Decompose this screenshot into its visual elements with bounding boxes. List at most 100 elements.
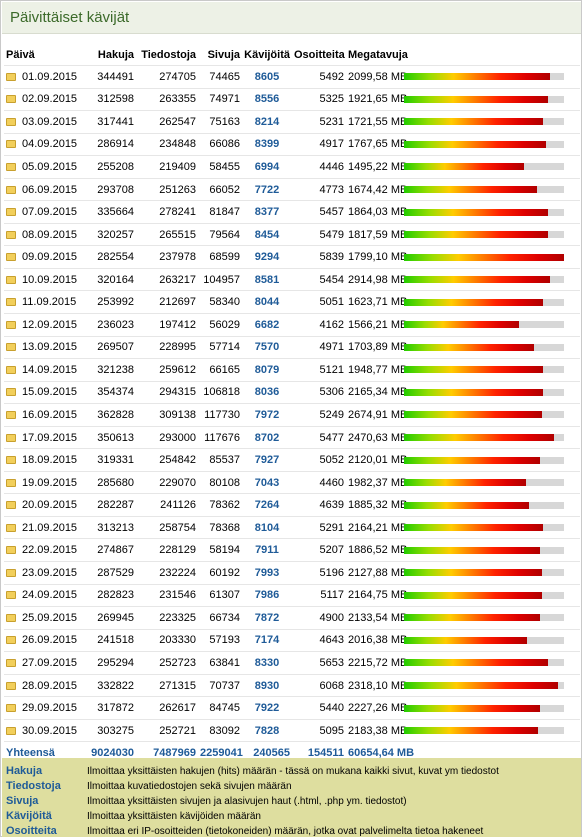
- column-header: Hakuja: [97, 49, 134, 61]
- folder-icon: [6, 95, 16, 104]
- megabytes-cell: 1886,52 MB: [346, 538, 407, 562]
- date-label: 26.09.2015: [22, 634, 78, 647]
- usage-bar: [404, 704, 564, 712]
- usage-bar: [404, 456, 564, 464]
- hits-cell: 320164: [86, 267, 136, 291]
- visitors-cell: 7043: [242, 470, 292, 494]
- visitors-cell: 7922: [242, 696, 292, 720]
- megabytes-cell: 1948,77 MB: [346, 358, 407, 382]
- folder-icon: [6, 591, 16, 600]
- usage-bar: [404, 501, 564, 509]
- visitors-cell: 7872: [242, 606, 292, 630]
- megabytes-cell: 1885,32 MB: [346, 493, 407, 517]
- files-cell: 234848: [136, 132, 198, 156]
- legend-term: Tiedostoja: [6, 780, 61, 792]
- files-cell: 254842: [136, 448, 198, 472]
- hits-cell: 319331: [86, 448, 136, 472]
- date-label: 22.09.2015: [22, 544, 78, 557]
- date-cell: 12.09.2015: [4, 313, 86, 337]
- files-cell: 231546: [136, 583, 198, 607]
- usage-bar: [404, 95, 564, 103]
- files-cell: 258754: [136, 515, 198, 539]
- addresses-cell: 5121: [292, 358, 346, 382]
- folder-icon: [6, 658, 16, 667]
- table-row: 09.09.2015 282554 237978 68599 9294 5839 1799,…: [4, 245, 580, 269]
- pages-cell: 78362: [198, 493, 242, 517]
- legend-description: Ilmoittaa yksittäisten kävijöiden määrän: [87, 811, 261, 822]
- table-row: 04.09.2015 286914 234848 66086 8399 4917 1767,…: [4, 132, 580, 156]
- visitors-cell: 7174: [242, 628, 292, 652]
- pages-cell: 60192: [198, 561, 242, 585]
- visitors-cell: 7993: [242, 561, 292, 585]
- hits-cell: 293708: [86, 177, 136, 201]
- addresses-cell: 5492: [292, 65, 346, 89]
- addresses-cell: 5306: [292, 380, 346, 404]
- pages-cell: 74971: [198, 87, 242, 111]
- table-row: 25.09.2015 269945 223325 66734 7872 4900 2133,…: [4, 606, 580, 630]
- date-label: 21.09.2015: [22, 521, 78, 534]
- addresses-cell: 5207: [292, 538, 346, 562]
- megabytes-cell: 1982,37 MB: [346, 470, 407, 494]
- folder-icon: [6, 478, 16, 487]
- megabytes-cell: 1721,55 MB: [346, 110, 407, 134]
- addresses-cell: 4460: [292, 470, 346, 494]
- usage-bar: [404, 434, 564, 442]
- usage-bar-fill: [404, 659, 548, 667]
- hits-cell: 255208: [86, 155, 136, 179]
- visitors-cell: 7570: [242, 335, 292, 359]
- visitors-cell: 8454: [242, 222, 292, 246]
- usage-bar: [404, 479, 564, 487]
- date-cell: 10.09.2015: [4, 267, 86, 291]
- legend-item: Kävijöitä Ilmoittaa yksittäisten kävijöid…: [2, 809, 581, 824]
- addresses-cell: 6068: [292, 673, 346, 697]
- legend-description: Ilmoittaa yksittäisten sivujen ja alasiv…: [87, 796, 407, 807]
- folder-icon: [6, 681, 16, 690]
- visitors-cell: 6994: [242, 155, 292, 179]
- hits-cell: 344491: [86, 65, 136, 89]
- bar-cell: [402, 651, 580, 675]
- files-cell: 259612: [136, 358, 198, 382]
- usage-bar: [404, 614, 564, 622]
- legend-description: Ilmoittaa kuvatiedostojen sekä sivujen m…: [87, 781, 292, 792]
- megabytes-cell: 2120,01 MB: [346, 448, 407, 472]
- date-label: 10.09.2015: [22, 273, 78, 286]
- pages-cell: 104957: [198, 267, 242, 291]
- addresses-cell: 5457: [292, 200, 346, 224]
- legend-term: Osoitteita: [6, 825, 57, 837]
- visitors-cell: 8605: [242, 65, 292, 89]
- pages-cell: 58340: [198, 290, 242, 314]
- date-cell: 29.09.2015: [4, 696, 86, 720]
- visitors-cell: 8330: [242, 651, 292, 675]
- date-cell: 13.09.2015: [4, 335, 86, 359]
- table-row: 11.09.2015 253992 212697 58340 8044 5051 1623,…: [4, 290, 580, 314]
- bar-cell: [402, 696, 580, 720]
- usage-bar: [404, 163, 564, 171]
- pages-cell: 61307: [198, 583, 242, 607]
- usage-bar: [404, 208, 564, 216]
- files-cell: 237978: [136, 245, 198, 269]
- date-label: 17.09.2015: [22, 431, 78, 444]
- bar-cell: [402, 380, 580, 404]
- usage-bar: [404, 343, 564, 351]
- usage-bar-fill: [404, 186, 537, 193]
- addresses-cell: 5479: [292, 222, 346, 246]
- bar-cell: [402, 425, 580, 449]
- folder-icon: [6, 117, 16, 126]
- hits-cell: 321238: [86, 358, 136, 382]
- usage-bar-fill: [404, 727, 539, 735]
- files-cell: 263355: [136, 87, 198, 111]
- files-cell: 294315: [136, 380, 198, 404]
- bar-cell: [402, 245, 580, 269]
- table-row: 12.09.2015 236023 197412 56029 6682 4162 1566,…: [4, 313, 580, 337]
- addresses-cell: 4917: [292, 132, 346, 156]
- bar-cell: [402, 110, 580, 134]
- bar-cell: [402, 132, 580, 156]
- date-label: 18.09.2015: [22, 454, 78, 467]
- addresses-cell: 4446: [292, 155, 346, 179]
- visitors-cell: 7927: [242, 448, 292, 472]
- legend-item: Osoitteita Ilmoittaa eri IP-osoitteiden (…: [2, 824, 581, 839]
- megabytes-cell: 1623,71 MB: [346, 290, 407, 314]
- hits-cell: 317441: [86, 110, 136, 134]
- date-cell: 27.09.2015: [4, 651, 86, 675]
- bar-cell: [402, 628, 580, 652]
